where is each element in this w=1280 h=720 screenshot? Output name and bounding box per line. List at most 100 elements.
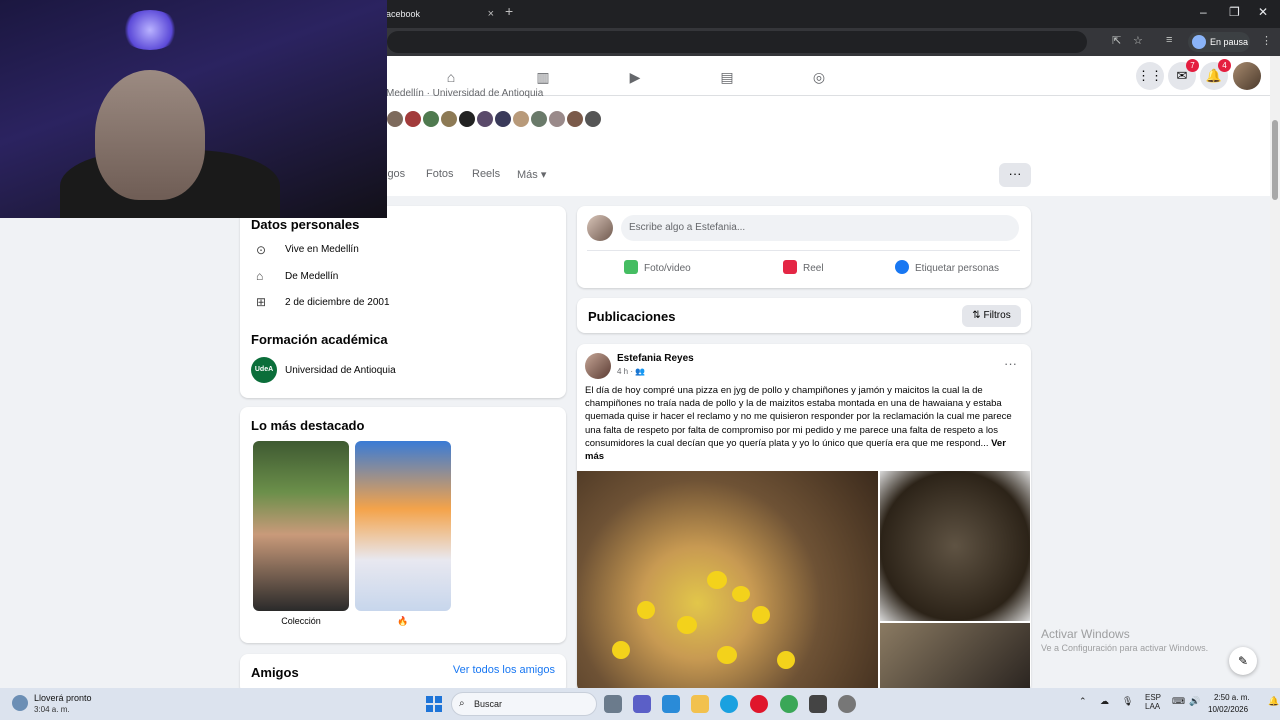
friend-avatar[interactable] <box>493 109 513 129</box>
post-photo-main[interactable] <box>577 471 878 691</box>
address-bar[interactable] <box>387 31 1087 53</box>
profile-more-button[interactable]: ··· <box>999 163 1031 187</box>
search-icon: ⌕ <box>459 698 465 709</box>
media-icon[interactable]: ≡ <box>1166 34 1172 46</box>
post-photo-top-right[interactable] <box>880 471 1030 621</box>
scrollbar-thumb[interactable] <box>1272 120 1278 200</box>
app-icon[interactable] <box>838 695 856 713</box>
university-logo[interactable]: UdeA <box>251 357 277 383</box>
taskbar-search[interactable]: ⌕ Buscar <box>451 692 597 716</box>
tab-photos[interactable]: Fotos <box>426 168 454 180</box>
tag-people-button[interactable]: Etiquetar personas <box>895 260 999 274</box>
highlight-label: 🔥 <box>397 616 409 626</box>
friend-avatar[interactable] <box>421 109 441 129</box>
highlight-collection[interactable] <box>253 441 349 611</box>
reel-button[interactable]: Reel <box>783 260 824 274</box>
browser-profile-chip[interactable]: En pausa <box>1188 32 1250 52</box>
opera-icon[interactable] <box>750 695 768 713</box>
friend-avatar[interactable] <box>439 109 459 129</box>
notification-center-icon[interactable]: 🔔 <box>1268 696 1279 707</box>
home-icon[interactable]: ⌂ <box>442 68 460 86</box>
highlights-card: Lo más destacado Colección 🔥 <box>240 407 566 643</box>
edge-icon[interactable] <box>720 695 738 713</box>
filters-button[interactable]: ⇅ Filtros <box>962 305 1021 327</box>
friend-avatar[interactable] <box>475 109 495 129</box>
post-author-avatar[interactable] <box>585 353 611 379</box>
clock-date[interactable]: 10/02/2026 <box>1208 705 1248 714</box>
friend-avatar[interactable] <box>565 109 585 129</box>
clock-time[interactable]: 2:50 a. m. <box>1214 693 1250 702</box>
page-scrollbar[interactable] <box>1270 56 1280 688</box>
friends-title: Amigos <box>251 665 299 680</box>
volume-icon[interactable]: 🔊 <box>1189 696 1200 707</box>
friend-avatar[interactable] <box>457 109 477 129</box>
profile-status: En pausa <box>1210 37 1249 47</box>
post-body: El día de hoy compré una pizza en jyg de… <box>585 385 1012 449</box>
minimize-icon[interactable]: – <box>1200 5 1207 19</box>
account-avatar[interactable] <box>1233 62 1261 90</box>
video-icon[interactable]: ▶ <box>626 68 644 86</box>
birthday-text: 2 de diciembre de 2001 <box>285 297 390 308</box>
weather-time: 3:04 a. m. <box>34 705 70 714</box>
friend-avatar[interactable] <box>547 109 567 129</box>
friend-avatar[interactable] <box>403 109 423 129</box>
home-icon: ⌂ <box>256 269 264 283</box>
see-all-friends-link[interactable]: Ver todos los amigos <box>453 664 555 676</box>
install-icon[interactable]: ⇱ <box>1112 34 1121 47</box>
messenger-icon[interactable]: ✉ 7 <box>1168 59 1199 90</box>
post-photo-bottom-right[interactable] <box>880 623 1030 691</box>
filters-label: Filtros <box>983 310 1011 321</box>
post-author[interactable]: Estefania Reyes <box>617 353 694 364</box>
corn-kernel <box>612 641 630 659</box>
new-tab-icon[interactable]: + <box>505 3 513 19</box>
start-windows-icon[interactable] <box>426 696 442 712</box>
tray-chevron-icon[interactable]: ⌃ <box>1079 696 1087 707</box>
chrome-icon[interactable] <box>780 695 798 713</box>
tray-app-icon[interactable]: ☁ <box>1100 696 1109 707</box>
microphone-icon[interactable]: 🎙 <box>1122 696 1133 707</box>
file-explorer-icon[interactable] <box>691 695 709 713</box>
reel-icon <box>783 260 797 274</box>
marketplace-icon[interactable]: ▤ <box>718 68 736 86</box>
network-icon[interactable]: ⌨ <box>1172 696 1185 707</box>
post-time[interactable]: 4 h · 👥 <box>617 367 645 376</box>
bookmark-star-icon[interactable]: ☆ <box>1133 34 1143 47</box>
university-name[interactable]: Universidad de Antioquia <box>285 365 396 376</box>
menu-grid-icon[interactable]: ⋮⋮ <box>1136 62 1164 90</box>
photo-video-button[interactable]: Foto/video <box>624 260 691 274</box>
tab-reels[interactable]: Reels <box>472 168 500 180</box>
composer-divider <box>587 250 1020 251</box>
friend-avatar[interactable] <box>583 109 603 129</box>
copilot-icon[interactable] <box>662 695 680 713</box>
weather-title[interactable]: Lloverá pronto <box>34 693 92 703</box>
teams-icon[interactable] <box>633 695 651 713</box>
close-window-icon[interactable]: ✕ <box>1258 5 1268 19</box>
post-options-icon[interactable]: ··· <box>1004 356 1017 371</box>
groups-icon[interactable]: ◎ <box>810 68 828 86</box>
taskbar-search-label: Buscar <box>474 699 503 709</box>
task-view-icon[interactable] <box>604 695 622 713</box>
personal-data-title: Datos personales <box>251 217 360 232</box>
dashboard-icon[interactable]: ▥ <box>534 68 552 86</box>
composer-input[interactable]: Escribe algo a Estefania... <box>621 215 1019 241</box>
friend-avatar[interactable] <box>529 109 549 129</box>
tab-close-icon[interactable]: × <box>488 3 494 25</box>
hometown-text: De Medellín <box>285 271 339 282</box>
tab-friends[interactable]: igos <box>385 168 405 180</box>
tab-more[interactable]: Más ▾ <box>517 168 546 181</box>
highlight-fire[interactable] <box>355 441 451 611</box>
store-icon[interactable] <box>809 695 827 713</box>
bell-icon[interactable]: 🔔 4 <box>1200 59 1231 90</box>
friend-avatar[interactable] <box>511 109 531 129</box>
language-indicator[interactable]: ESP LAA <box>1145 693 1161 711</box>
browser-tab-facebook[interactable]: acebook × <box>380 3 498 25</box>
maximize-icon[interactable]: ❐ <box>1229 5 1240 19</box>
corn-kernel <box>752 606 770 624</box>
new-message-icon[interactable]: ✎ <box>1229 647 1257 675</box>
friend-avatar[interactable] <box>385 109 405 129</box>
publications-card: Publicaciones ⇅ Filtros <box>577 298 1031 333</box>
corn-kernel <box>777 651 795 669</box>
browser-menu-icon[interactable]: ⋮ <box>1261 34 1272 47</box>
tag-people-icon <box>895 260 909 274</box>
weather-icon[interactable] <box>12 695 28 711</box>
